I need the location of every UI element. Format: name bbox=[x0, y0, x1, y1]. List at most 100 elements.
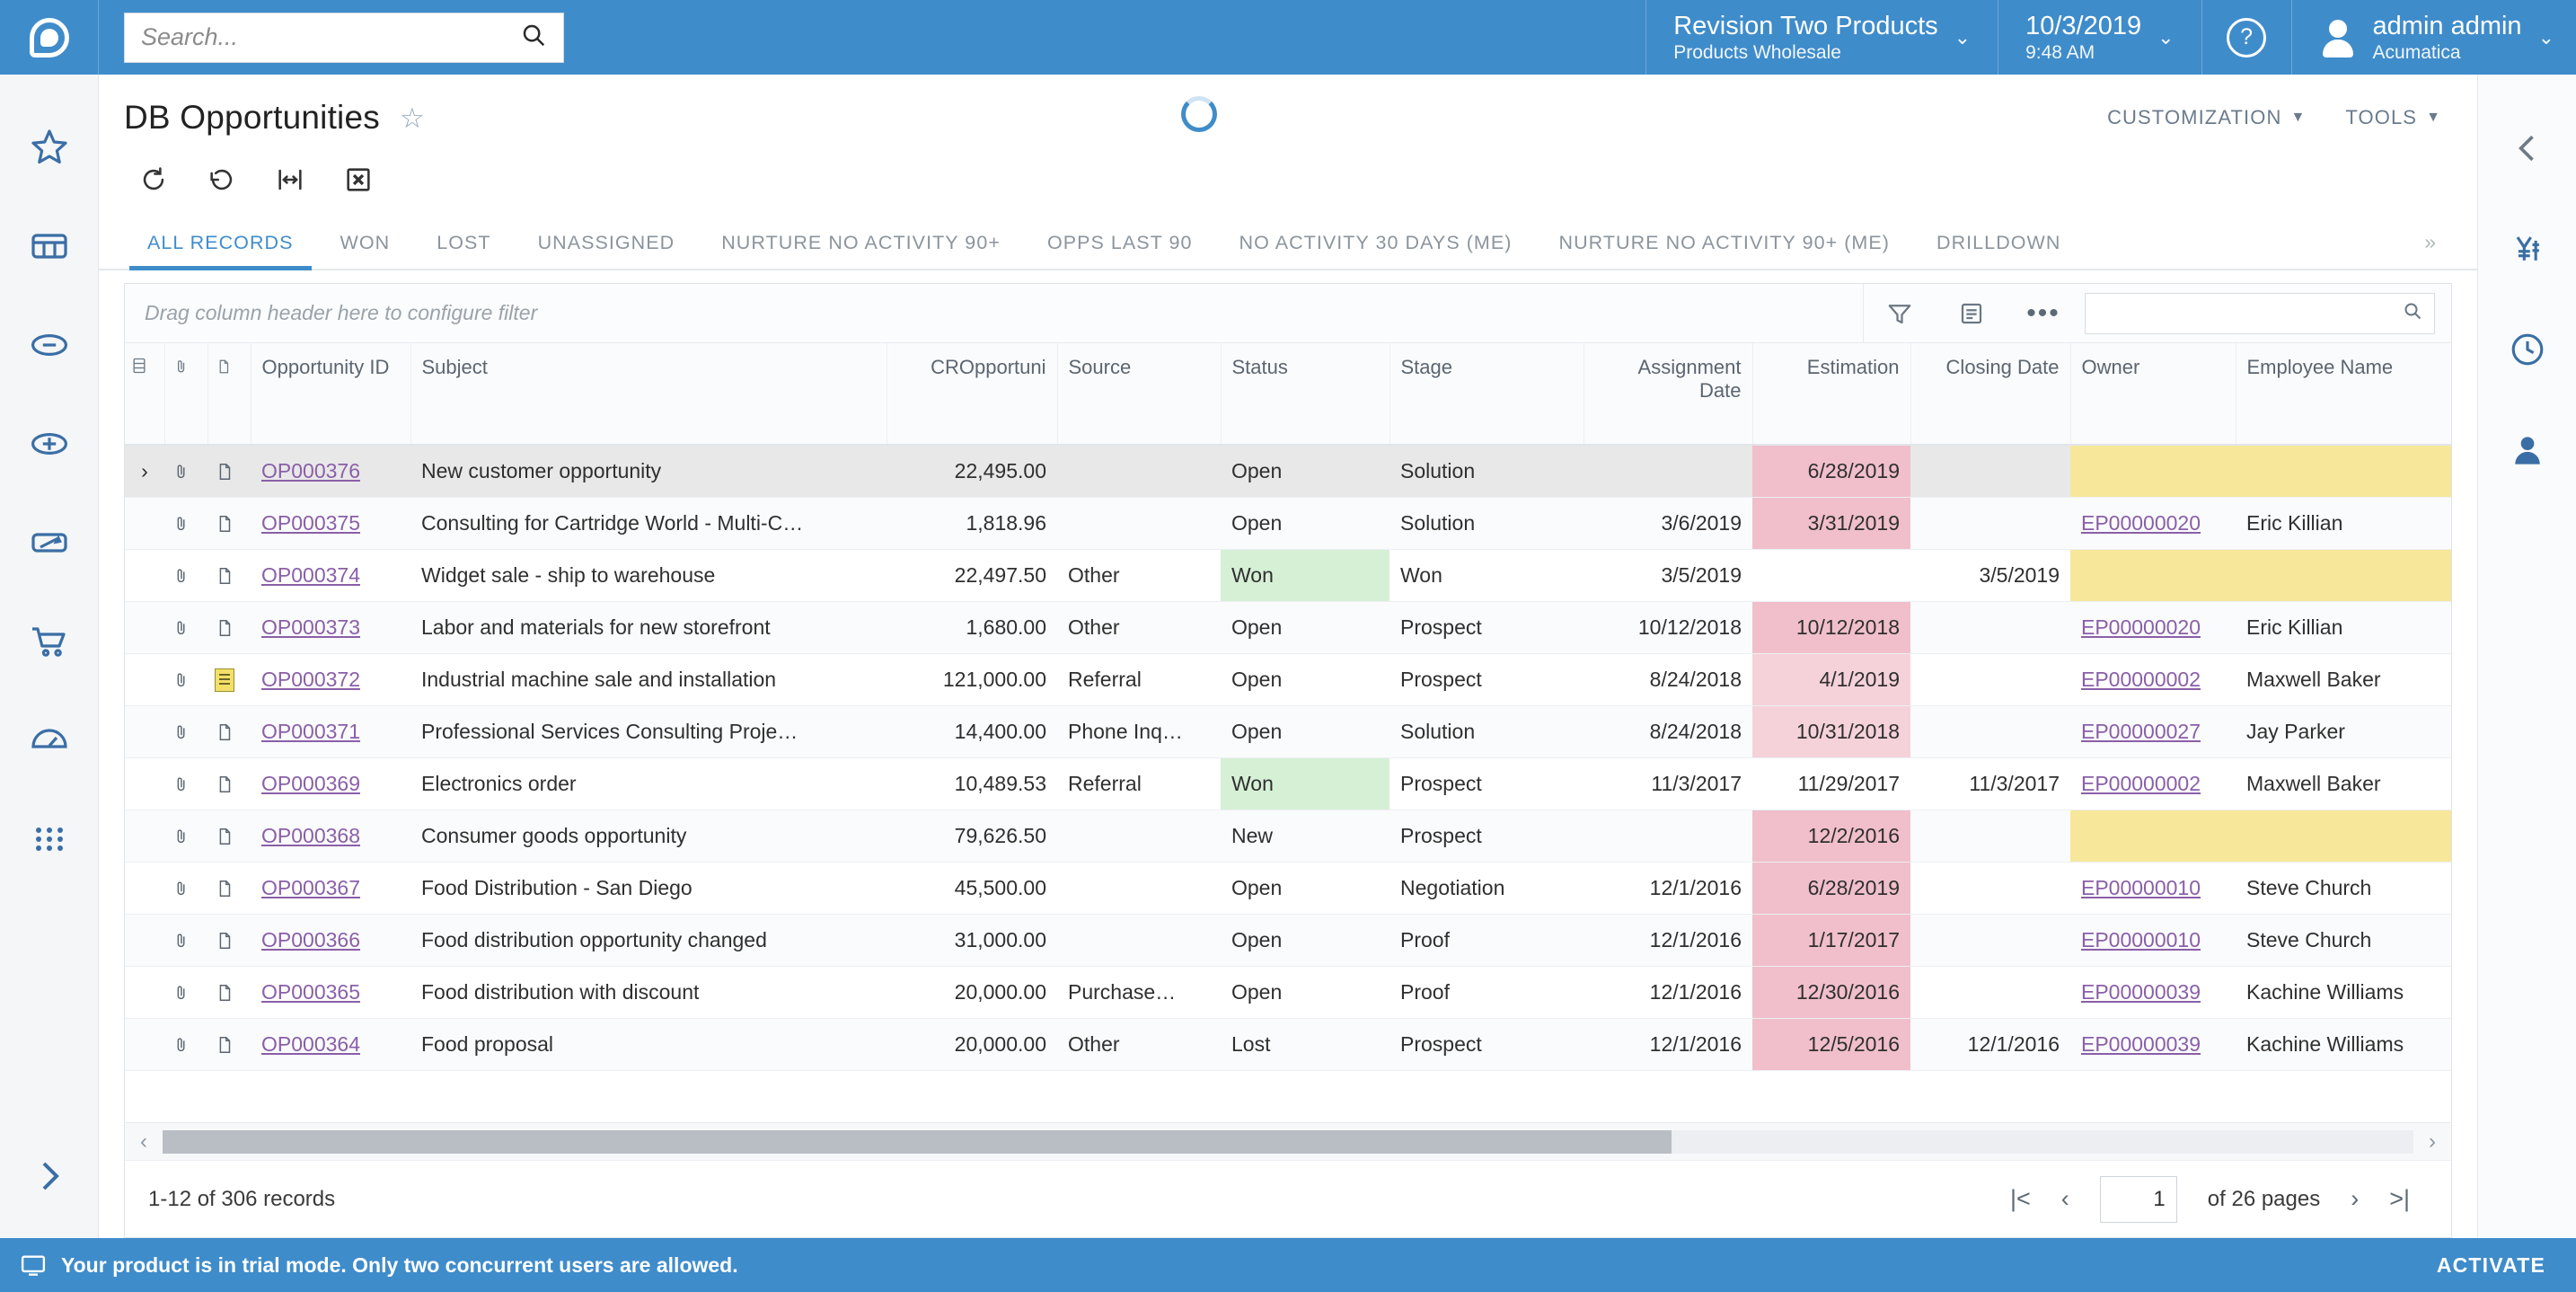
opportunity-id-link[interactable]: OP000366 bbox=[261, 928, 360, 951]
cell-opportunity-id[interactable]: OP000368 bbox=[251, 810, 410, 862]
column-header-employee-name[interactable]: Employee Name bbox=[2236, 343, 2451, 445]
funnel-icon[interactable] bbox=[1864, 284, 1936, 342]
prev-page-icon[interactable]: ‹ bbox=[2061, 1185, 2069, 1213]
table-row[interactable]: OP000368Consumer goods opportunity79,626… bbox=[125, 810, 2451, 862]
first-page-icon[interactable]: |< bbox=[2010, 1185, 2031, 1213]
row-selector[interactable] bbox=[125, 705, 164, 757]
row-attachment-cell[interactable] bbox=[164, 653, 207, 705]
opportunity-id-link[interactable]: OP000374 bbox=[261, 563, 360, 587]
cell-owner[interactable]: EP00000002 bbox=[2070, 757, 2236, 810]
tab-nurture-no-activity-90[interactable]: NURTURE NO ACTIVITY 90+ bbox=[698, 232, 1024, 269]
paperclip-icon[interactable] bbox=[172, 875, 191, 898]
row-note-cell[interactable] bbox=[207, 810, 251, 862]
right-rail-clock[interactable] bbox=[2478, 299, 2576, 400]
row-selector[interactable] bbox=[125, 862, 164, 914]
right-rail-contact[interactable] bbox=[2478, 400, 2576, 500]
favorite-star-icon[interactable]: ☆ bbox=[400, 104, 425, 132]
scroll-right-arrow-icon[interactable]: › bbox=[2413, 1129, 2451, 1155]
row-note-cell[interactable] bbox=[207, 497, 251, 549]
column-header-closing-date[interactable]: Closing Date bbox=[1910, 343, 2070, 445]
right-rail-currency[interactable] bbox=[2478, 199, 2576, 299]
cell-opportunity-id[interactable]: OP000365 bbox=[251, 966, 410, 1018]
table-row[interactable]: OP000365Food distribution with discount2… bbox=[125, 966, 2451, 1018]
customization-menu[interactable]: CUSTOMIZATION ▼ bbox=[2107, 106, 2306, 129]
acumatica-logo[interactable] bbox=[0, 0, 99, 75]
filter-drop-zone[interactable]: Drag column header here to configure fil… bbox=[125, 284, 1864, 342]
cell-owner[interactable]: EP00000027 bbox=[2070, 705, 2236, 757]
owner-link[interactable]: EP00000039 bbox=[2081, 1032, 2201, 1056]
chevron-down-icon[interactable]: ⌄ bbox=[2157, 28, 2174, 48]
note-page-icon[interactable] bbox=[215, 458, 234, 482]
row-note-cell[interactable] bbox=[207, 549, 251, 601]
opportunity-id-link[interactable]: OP000369 bbox=[261, 772, 360, 795]
table-row[interactable]: ›OP000376New customer opportunity22,495.… bbox=[125, 445, 2451, 497]
help-button[interactable]: ? bbox=[2201, 0, 2291, 75]
row-attachment-cell[interactable] bbox=[164, 601, 207, 653]
cell-opportunity-id[interactable]: OP000372 bbox=[251, 653, 410, 705]
tabs-overflow-button[interactable]: » bbox=[2424, 230, 2477, 269]
page-number-input[interactable]: 1 bbox=[2100, 1176, 2177, 1223]
next-page-icon[interactable]: › bbox=[2351, 1185, 2359, 1213]
column-config-icon[interactable] bbox=[125, 343, 164, 445]
sidebar-item-dashboards[interactable] bbox=[0, 691, 99, 790]
table-row[interactable]: OP000367Food Distribution - San Diego45,… bbox=[125, 862, 2451, 914]
sidebar-item-data-views[interactable] bbox=[0, 197, 99, 296]
cell-opportunity-id[interactable]: OP000371 bbox=[251, 705, 410, 757]
row-selector[interactable] bbox=[125, 810, 164, 862]
cell-opportunity-id[interactable]: OP000364 bbox=[251, 1018, 410, 1070]
tab-drilldown[interactable]: DRILLDOWN bbox=[1913, 232, 2084, 269]
column-header-subject[interactable]: Subject bbox=[410, 343, 887, 445]
paperclip-icon[interactable] bbox=[172, 615, 191, 638]
row-attachment-cell[interactable] bbox=[164, 549, 207, 601]
row-selector[interactable] bbox=[125, 497, 164, 549]
left-rail-expand-button[interactable] bbox=[0, 1139, 99, 1238]
tab-no-activity-30-days-me[interactable]: NO ACTIVITY 30 DAYS (ME) bbox=[1216, 232, 1536, 269]
table-row[interactable]: OP000375Consulting for Cartridge World -… bbox=[125, 497, 2451, 549]
opportunity-id-link[interactable]: OP000368 bbox=[261, 824, 360, 847]
owner-link[interactable]: EP00000010 bbox=[2081, 928, 2201, 951]
note-page-icon[interactable] bbox=[215, 615, 234, 638]
table-row[interactable]: OP000364Food proposal20,000.00OtherLostP… bbox=[125, 1018, 2451, 1070]
row-note-cell[interactable] bbox=[207, 1018, 251, 1070]
refresh-button[interactable] bbox=[124, 155, 183, 205]
column-header-cr-opportunity[interactable]: CROpportuni bbox=[887, 343, 1057, 445]
tab-won[interactable]: WON bbox=[317, 232, 414, 269]
row-selector[interactable]: › bbox=[125, 445, 164, 497]
undo-button[interactable] bbox=[192, 155, 251, 205]
note-page-icon[interactable] bbox=[215, 823, 234, 846]
opportunity-id-link[interactable]: OP000372 bbox=[261, 668, 360, 691]
cell-opportunity-id[interactable]: OP000367 bbox=[251, 862, 410, 914]
owner-link[interactable]: EP00000002 bbox=[2081, 772, 2201, 795]
column-header-assignment-date[interactable]: Assignment Date bbox=[1584, 343, 1752, 445]
cell-owner[interactable]: EP00000002 bbox=[2070, 653, 2236, 705]
note-page-icon[interactable] bbox=[215, 927, 234, 951]
cell-owner[interactable]: EP00000039 bbox=[2070, 966, 2236, 1018]
table-row[interactable]: OP000371Professional Services Consulting… bbox=[125, 705, 2451, 757]
cell-opportunity-id[interactable]: OP000369 bbox=[251, 757, 410, 810]
note-page-icon[interactable] bbox=[215, 719, 234, 742]
owner-link[interactable]: EP00000020 bbox=[2081, 511, 2201, 535]
row-note-cell[interactable] bbox=[207, 757, 251, 810]
row-note-cell[interactable] bbox=[207, 653, 251, 705]
sidebar-item-sales-orders[interactable] bbox=[0, 592, 99, 691]
ellipsis-icon[interactable]: ••• bbox=[2007, 284, 2079, 342]
search-box[interactable] bbox=[124, 13, 564, 63]
chevron-down-icon[interactable]: ⌄ bbox=[1954, 28, 1971, 48]
note-page-icon[interactable] bbox=[215, 1031, 234, 1055]
column-header-estimation[interactable]: Estimation bbox=[1752, 343, 1910, 445]
paperclip-icon[interactable] bbox=[172, 510, 191, 534]
note-page-icon[interactable] bbox=[215, 510, 234, 534]
sidebar-item-banking[interactable] bbox=[0, 394, 99, 493]
owner-link[interactable]: EP00000020 bbox=[2081, 615, 2201, 639]
table-row[interactable]: OP000372Industrial machine sale and inst… bbox=[125, 653, 2451, 705]
sidebar-item-finance[interactable] bbox=[0, 296, 99, 394]
row-note-cell[interactable] bbox=[207, 445, 251, 497]
table-row[interactable]: OP000373Labor and materials for new stor… bbox=[125, 601, 2451, 653]
search-icon[interactable] bbox=[520, 22, 547, 53]
grid-scroll-area[interactable]: Opportunity ID Subject CROpportuni Sourc… bbox=[125, 343, 2451, 1122]
row-note-cell[interactable] bbox=[207, 601, 251, 653]
tab-all-records[interactable]: ALL RECORDS bbox=[124, 232, 317, 269]
paperclip-icon[interactable] bbox=[172, 562, 191, 586]
column-header-owner[interactable]: Owner bbox=[2070, 343, 2236, 445]
row-note-cell[interactable] bbox=[207, 914, 251, 966]
